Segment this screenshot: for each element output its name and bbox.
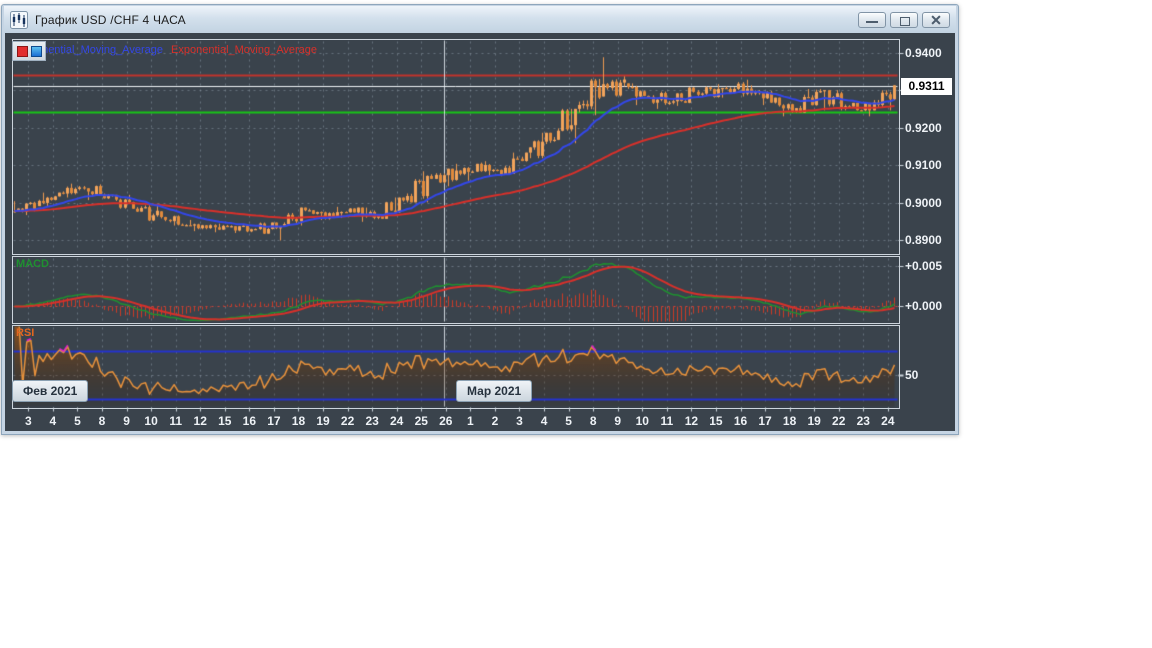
- x-axis-label: 4: [49, 414, 57, 428]
- x-axis-label: 18: [782, 414, 797, 428]
- x-axis-label: 5: [74, 414, 81, 428]
- x-axis-label: 12: [684, 414, 699, 428]
- x-axis-label: 26: [439, 414, 453, 428]
- x-axis-label: 10: [144, 414, 158, 428]
- candlestick-chart-icon: [10, 10, 28, 29]
- indicator-toolbar: [12, 41, 46, 61]
- x-axis-label: 8: [589, 414, 597, 428]
- window-title: График USD /CHF 4 ЧАСА: [35, 12, 186, 27]
- title-bar[interactable]: График USD /CHF 4 ЧАСА: [4, 6, 956, 33]
- chart-client-area[interactable]: Exponential_Moving_Average Exponential_M…: [5, 33, 955, 431]
- x-axis-label: 9: [614, 414, 622, 428]
- x-axis-label: 3: [516, 414, 523, 428]
- x-axis-label: 10: [635, 414, 649, 428]
- indicator-legend: Exponential_Moving_Average Exponential_M…: [17, 44, 317, 56]
- rsi-axis-label: 50: [905, 368, 919, 382]
- x-axis-label: 12: [193, 414, 207, 428]
- x-axis-label: 3: [24, 414, 32, 428]
- chart-window: График USD /CHF 4 ЧАСА Exponential_Movin…: [1, 4, 959, 435]
- x-axis-label: 18: [291, 414, 306, 428]
- x-axis-label: 19: [807, 414, 821, 428]
- restore-icon: [900, 16, 910, 26]
- red-indicator-swatch[interactable]: [16, 45, 28, 57]
- macd-axis-label: +0.005: [905, 259, 943, 273]
- month-label: Фев 2021: [12, 380, 89, 402]
- x-axis-label: 17: [267, 414, 281, 428]
- minimize-icon: [866, 20, 878, 23]
- x-axis-label: 11: [169, 414, 183, 428]
- restore-button[interactable]: [890, 11, 918, 28]
- close-button[interactable]: [922, 11, 950, 28]
- x-axis-label: 1: [467, 414, 474, 428]
- x-axis-label: 9: [123, 414, 130, 428]
- window-controls: [858, 11, 950, 28]
- x-axis-label: 11: [660, 414, 674, 428]
- x-axis-label: 25: [414, 414, 428, 428]
- x-axis-label: 19: [316, 414, 330, 428]
- x-axis-label: 16: [242, 414, 257, 428]
- x-axis-label: 17: [758, 414, 772, 428]
- ema-slow-legend-label: Exponential_Moving_Average: [171, 44, 317, 56]
- x-axis-label: 16: [733, 414, 748, 428]
- month-label: Мар 2021: [456, 380, 533, 402]
- x-axis-label: 5: [565, 414, 572, 428]
- price-axis-label: 0.9000: [905, 195, 942, 210]
- current-price-tag: 0.9311: [901, 78, 952, 95]
- price-axis-label: 0.9100: [905, 158, 942, 173]
- x-axis-label: 2: [491, 414, 499, 428]
- x-axis-label: 15: [218, 414, 232, 428]
- x-axis-label: 22: [832, 414, 846, 428]
- blue-indicator-swatch[interactable]: [30, 45, 42, 57]
- chart-canvas[interactable]: [5, 33, 955, 431]
- x-axis-label: 4: [540, 414, 548, 428]
- x-axis-label: 8: [98, 414, 106, 428]
- macd-axis-label: +0.000: [905, 299, 943, 313]
- x-axis-label: 23: [365, 414, 379, 428]
- x-axis-label: 22: [340, 414, 355, 428]
- price-axis-label: 0.9400: [905, 46, 942, 60]
- x-axis-label: 24: [390, 414, 404, 428]
- price-axis-label: 0.8900: [905, 233, 942, 247]
- x-axis-label: 24: [881, 414, 895, 428]
- price-axis-label: 0.9200: [905, 120, 942, 135]
- minimize-button[interactable]: [858, 11, 886, 28]
- macd-label: MACD: [16, 258, 49, 270]
- x-axis-label: 23: [856, 414, 870, 428]
- x-axis-label: 15: [709, 414, 723, 428]
- rsi-label: RSI: [16, 327, 35, 339]
